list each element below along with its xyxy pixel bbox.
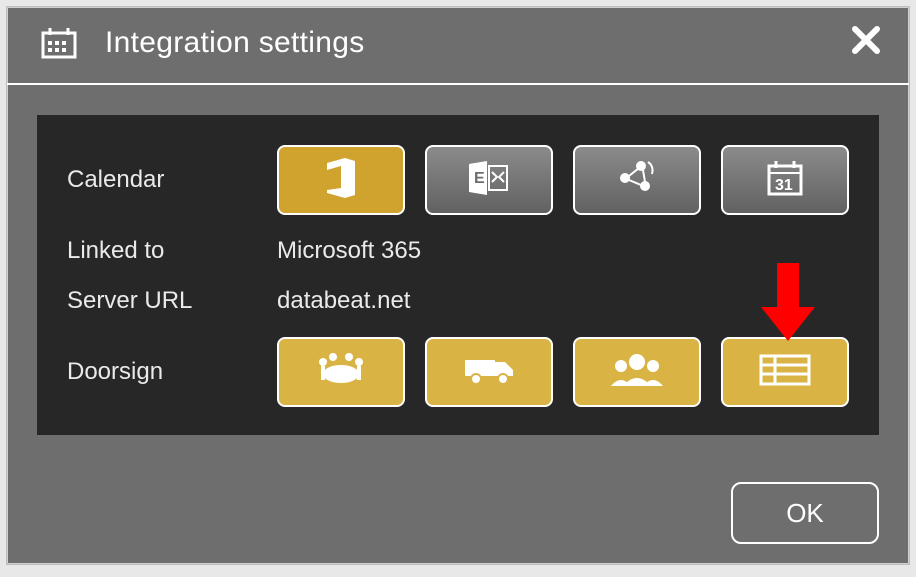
close-icon[interactable] — [845, 21, 887, 65]
linked-to-row: Linked to Microsoft 365 — [67, 237, 853, 265]
doorsign-row: Doorsign — [67, 337, 853, 407]
linked-to-label: Linked to — [67, 237, 277, 265]
titlebar: Integration settings — [7, 7, 909, 85]
doorsign-option-list[interactable] — [721, 337, 849, 407]
svg-text:E: E — [474, 170, 485, 187]
server-url-label: Server URL — [67, 287, 277, 315]
svg-text:31: 31 — [775, 177, 793, 194]
server-url-row: Server URL databeat.net — [67, 287, 853, 315]
linked-to-value: Microsoft 365 — [277, 237, 421, 265]
delivery-van-icon — [461, 352, 517, 393]
office-icon — [321, 156, 361, 205]
calendar-option-office365[interactable] — [277, 145, 405, 215]
doorsign-option-meeting[interactable] — [277, 337, 405, 407]
doorsign-option-delivery[interactable] — [425, 337, 553, 407]
calendar-option-sharepoint[interactable] — [573, 145, 701, 215]
calendar-label: Calendar — [67, 166, 277, 194]
doorsign-label: Doorsign — [67, 358, 277, 386]
channel-list-icon — [755, 350, 815, 395]
dialog-footer: OK — [731, 482, 879, 544]
ok-button-label: OK — [786, 498, 824, 529]
integration-settings-dialog: Integration settings Calendar — [6, 6, 910, 565]
doorsign-option-people[interactable] — [573, 337, 701, 407]
doorsign-options — [277, 337, 849, 407]
people-group-icon — [609, 350, 665, 395]
calendar-option-exchange[interactable]: E — [425, 145, 553, 215]
server-url-value: databeat.net — [277, 287, 410, 315]
exchange-icon: E — [467, 158, 511, 203]
content-panel: Calendar E — [37, 115, 879, 435]
calendar-option-generic[interactable]: 31 — [721, 145, 849, 215]
calendar-title-icon — [39, 23, 79, 63]
ok-button[interactable]: OK — [731, 482, 879, 544]
calendar-options: E — [277, 145, 849, 215]
calendar-row: Calendar E — [67, 145, 853, 215]
dialog-title: Integration settings — [105, 26, 845, 60]
meeting-room-icon — [311, 348, 371, 397]
sharepoint-icon — [615, 156, 659, 205]
calendar-31-icon: 31 — [763, 156, 807, 205]
